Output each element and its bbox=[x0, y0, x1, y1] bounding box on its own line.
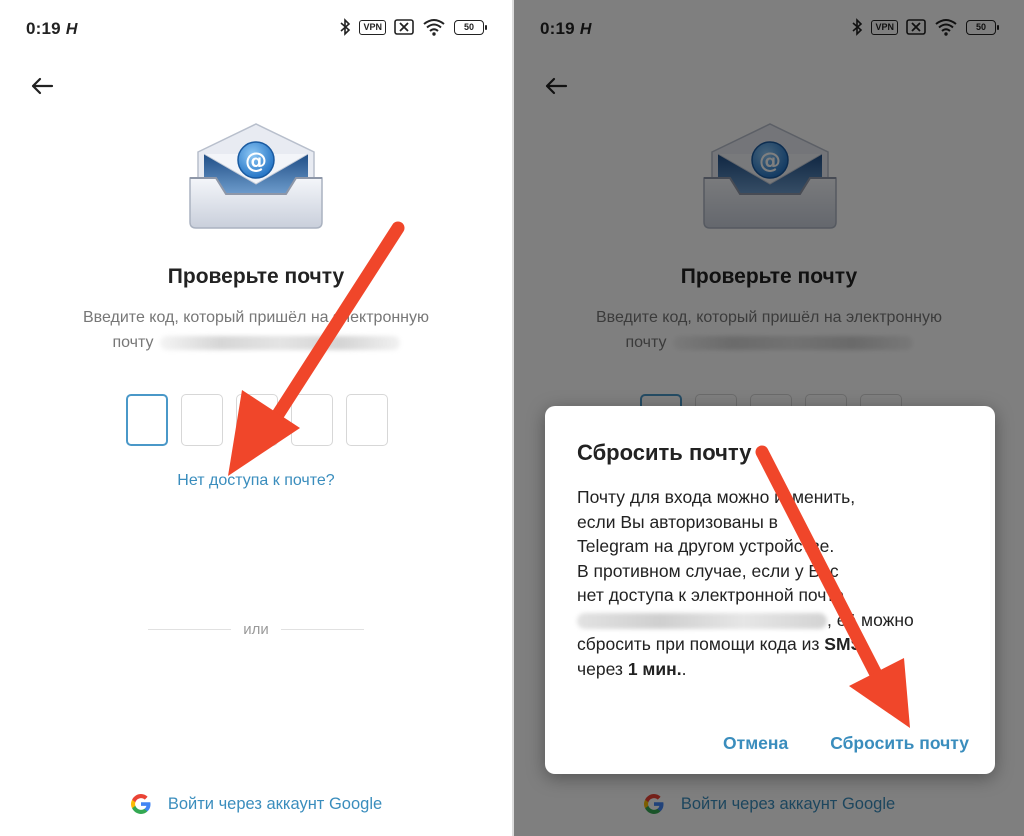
reset-email-dialog: Сбросить почту Почту для входа можно изм… bbox=[545, 406, 995, 774]
code-digit-input[interactable] bbox=[181, 394, 223, 446]
svg-text:@: @ bbox=[245, 149, 267, 174]
code-digit-input[interactable] bbox=[126, 394, 168, 446]
screen-reset-email-dialog: 0:19H VPN 50 @ Проверьте почту Введите к… bbox=[512, 0, 1024, 836]
sim-off-icon bbox=[394, 19, 414, 35]
code-digit-input[interactable] bbox=[236, 394, 278, 446]
google-signin-label: Войти через аккаунт Google bbox=[167, 794, 383, 813]
cancel-button[interactable]: Отмена bbox=[723, 733, 788, 754]
no-email-access-link[interactable]: Нет доступа к почте? bbox=[0, 472, 512, 490]
vpn-icon: VPN bbox=[359, 19, 386, 35]
back-button[interactable] bbox=[26, 70, 58, 102]
status-icons: VPN 50 bbox=[339, 18, 487, 36]
reset-email-button[interactable]: Сбросить почту bbox=[830, 733, 969, 754]
status-bar: 0:19H VPN 50 bbox=[0, 0, 512, 56]
redacted-email bbox=[159, 335, 400, 350]
code-input-row bbox=[126, 394, 388, 446]
divider-text: или bbox=[243, 621, 269, 638]
wifi-icon bbox=[423, 19, 445, 36]
google-logo-icon bbox=[130, 794, 151, 814]
divider-line bbox=[148, 629, 232, 630]
screen-check-email: 0:19 H VPN 50 @ Проверьте почту Введите к… bbox=[0, 0, 512, 836]
battery-icon: 50 bbox=[454, 19, 487, 35]
bluetooth-icon bbox=[340, 18, 351, 36]
dialog-actions: Отмена Сбросить почту bbox=[723, 733, 969, 754]
page-subtitle: Введите код, который пришёл на электронн… bbox=[82, 309, 430, 351]
app-notification-icon: H bbox=[65, 21, 78, 38]
or-divider: или bbox=[148, 621, 365, 638]
status-time: 0:19H bbox=[26, 19, 78, 38]
google-signin-button[interactable]: Войти через аккаунт Google bbox=[0, 793, 512, 815]
divider-line bbox=[280, 629, 365, 630]
arrow-left-icon bbox=[31, 77, 54, 95]
mail-inbox-icon: @ bbox=[189, 123, 323, 229]
redacted-email bbox=[577, 612, 827, 629]
page-title: Проверьте почту bbox=[167, 265, 345, 288]
code-digit-input[interactable] bbox=[346, 394, 388, 446]
dialog-message: Почту для входа можно изменить, если Вы … bbox=[577, 487, 914, 679]
dialog-title: Сбросить почту bbox=[577, 440, 752, 465]
code-digit-input[interactable] bbox=[291, 394, 333, 446]
